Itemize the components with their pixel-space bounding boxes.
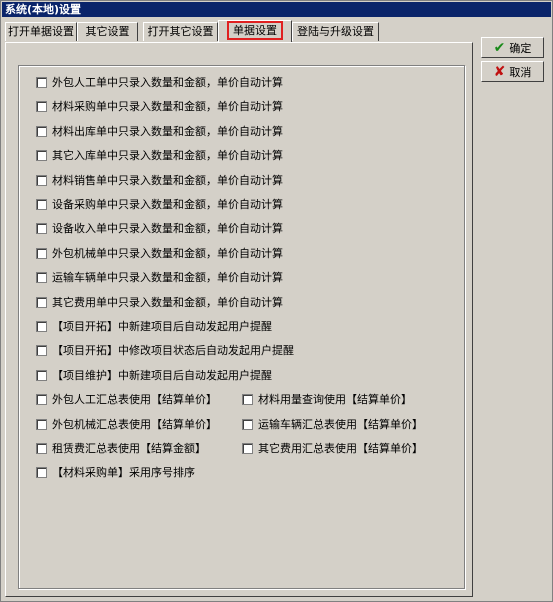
title-bar: 系统(本地)设置 [2,2,551,17]
option-checkbox[interactable]: 其它费用单中只录入数量和金额，单价自动计算 [36,294,283,310]
checkbox-box[interactable] [242,393,253,405]
checkbox-box[interactable] [36,125,47,137]
option-checkbox[interactable]: 设备收入单中只录入数量和金额，单价自动计算 [36,220,283,236]
checkbox-box[interactable] [242,418,253,430]
ok-button[interactable]: ✔ 确定 [481,37,544,58]
option-checkbox[interactable]: 【项目维护】中新建项目后自动发起用户提醒 [36,367,272,383]
option-checkbox[interactable]: 其它入库单中只录入数量和金额，单价自动计算 [36,147,283,163]
checkbox-box[interactable] [36,369,47,381]
tab-other-settings[interactable]: 其它设置 [77,22,138,41]
checkbox-box[interactable] [36,442,47,454]
option-checkbox[interactable]: 外包机械汇总表使用【结算单价】 [36,416,217,432]
option-checkbox[interactable]: 材料出库单中只录入数量和金额，单价自动计算 [36,123,283,139]
option-checkbox[interactable]: 运输车辆单中只录入数量和金额，单价自动计算 [36,269,283,285]
checkbox-box[interactable] [36,174,47,186]
options-group: 外包人工单中只录入数量和金额，单价自动计算 材料采购单中只录入数量和金额，单价自… [18,65,465,589]
settings-window: 系统(本地)设置 打开单据设置 其它设置 打开其它设置 单据设置 登陆与升级设置… [0,0,553,602]
checkbox-box[interactable] [36,344,47,356]
option-checkbox[interactable]: 【项目开拓】中修改项目状态后自动发起用户提醒 [36,342,294,358]
checkbox-box[interactable] [36,271,47,283]
tab-open-document-settings[interactable]: 打开单据设置 [5,22,77,41]
option-checkbox[interactable]: 【材料采购单】采用序号排序 [36,464,195,480]
checkbox-box[interactable] [36,222,47,234]
checkbox-box[interactable] [36,466,47,478]
tab-open-other-settings[interactable]: 打开其它设置 [143,22,218,41]
checkbox-box[interactable] [36,247,47,259]
tab-strip: 打开单据设置 其它设置 打开其它设置 单据设置 登陆与升级设置 [5,20,485,42]
option-checkbox[interactable]: 其它费用汇总表使用【结算单价】 [242,440,423,456]
tab-panel: 外包人工单中只录入数量和金额，单价自动计算 材料采购单中只录入数量和金额，单价自… [5,42,473,597]
checkbox-box[interactable] [36,198,47,210]
option-checkbox[interactable]: 运输车辆汇总表使用【结算单价】 [242,416,423,432]
option-checkbox[interactable]: 材料用量查询使用【结算单价】 [242,391,412,407]
option-checkbox[interactable]: 设备采购单中只录入数量和金额，单价自动计算 [36,196,283,212]
option-checkbox[interactable]: 材料销售单中只录入数量和金额，单价自动计算 [36,172,283,188]
tab-login-upgrade-settings[interactable]: 登陆与升级设置 [292,22,379,41]
checkbox-box[interactable] [36,100,47,112]
tab-document-settings[interactable]: 单据设置 [218,20,292,42]
checkbox-box[interactable] [36,393,47,405]
option-checkbox[interactable]: 【项目开拓】中新建项目后自动发起用户提醒 [36,318,272,334]
option-checkbox[interactable]: 租赁费汇总表使用【结算金额】 [36,440,206,456]
option-checkbox[interactable]: 外包人工汇总表使用【结算单价】 [36,391,217,407]
checkbox-box[interactable] [36,149,47,161]
option-checkbox[interactable]: 外包机械单中只录入数量和金额，单价自动计算 [36,245,283,261]
option-checkbox[interactable]: 外包人工单中只录入数量和金额，单价自动计算 [36,74,283,90]
checkbox-box[interactable] [36,76,47,88]
cancel-button[interactable]: ✘ 取消 [481,61,544,82]
checkbox-box[interactable] [36,320,47,332]
checkbox-box[interactable] [36,418,47,430]
close-icon: ✘ [493,63,506,80]
option-checkbox[interactable]: 材料采购单中只录入数量和金额，单价自动计算 [36,98,283,114]
window-title: 系统(本地)设置 [5,3,82,16]
checkmark-icon: ✔ [493,39,506,56]
checkbox-box[interactable] [242,442,253,454]
checkbox-box[interactable] [36,296,47,308]
